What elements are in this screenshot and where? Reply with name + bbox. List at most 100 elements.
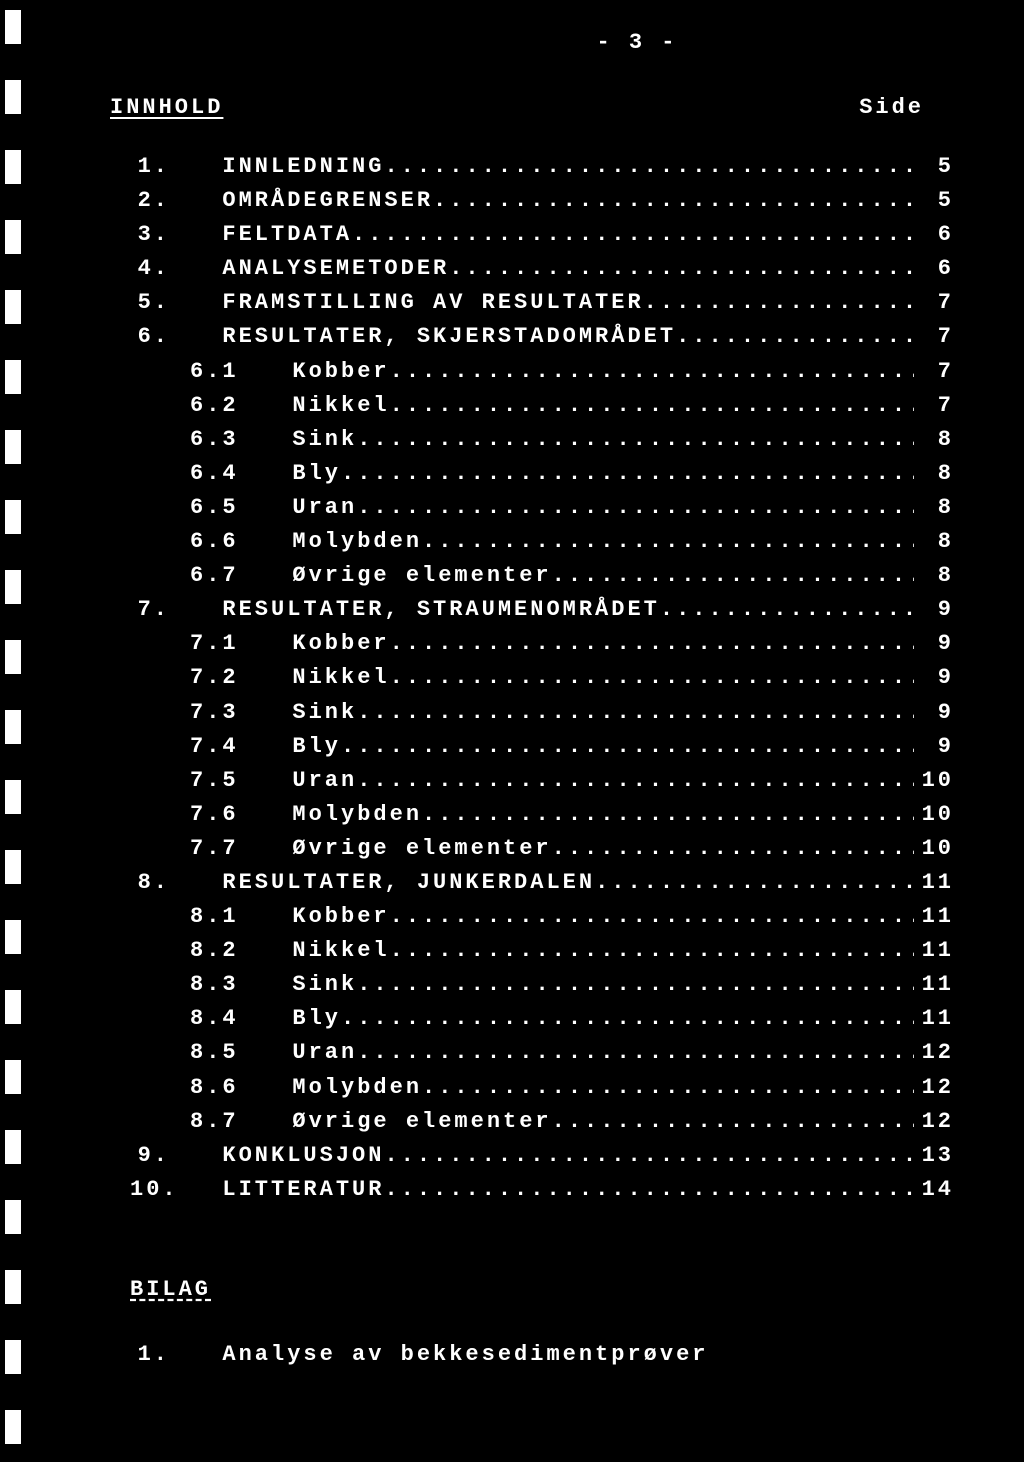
toc-entry-number: 10.: [130, 1173, 190, 1207]
bilag-row: 1. Analyse av bekkesedimentprøver: [130, 1342, 964, 1367]
toc-row: 7.4 Bly.................................…: [130, 730, 964, 764]
toc-entry-title: Bly: [260, 730, 341, 764]
toc-row: 5. FRAMSTILLING AV RESULTATER...........…: [130, 286, 964, 320]
toc-row: 6.2 Nikkel..............................…: [130, 389, 964, 423]
toc-dots: ........................................…: [390, 627, 914, 661]
toc-entry-page: 11: [914, 968, 964, 1002]
toc-entry-page: 9: [914, 696, 964, 730]
toc-entry-title: RESULTATER, STRAUMENOMRÅDET: [190, 593, 660, 627]
toc-entry-number: 2.: [130, 184, 190, 218]
toc-entry-number: 8.1: [130, 900, 260, 934]
toc-row: 4. ANALYSEMETODER.......................…: [130, 252, 964, 286]
toc-entry-number: 9.: [130, 1139, 190, 1173]
toc-entry-number: 6.3: [130, 423, 260, 457]
toc-row: 6.3 Sink................................…: [130, 423, 964, 457]
toc-header: INNHOLD Side: [110, 95, 964, 120]
toc-entry-number: 6.6: [130, 525, 260, 559]
toc-entry-title: LITTERATUR: [190, 1173, 384, 1207]
toc-entry-number: 7.3: [130, 696, 260, 730]
toc-row: 7.6 Molybden............................…: [130, 798, 964, 832]
toc-dots: ........................................…: [390, 900, 914, 934]
toc-entry-title: OMRÅDEGRENSER: [190, 184, 433, 218]
toc-entry-title: Molybden: [260, 525, 422, 559]
toc-dots: ........................................…: [595, 866, 914, 900]
toc-entry-number: 5.: [130, 286, 190, 320]
toc-entry-page: 9: [914, 661, 964, 695]
toc-entry-title: Sink: [260, 423, 357, 457]
toc-entry-number: 4.: [130, 252, 190, 286]
toc-row: 6.6 Molybden............................…: [130, 525, 964, 559]
toc-entry-title: Bly: [260, 457, 341, 491]
toc-dots: ........................................…: [357, 764, 914, 798]
toc-dots: ........................................…: [357, 491, 914, 525]
toc-entry-number: 7.: [130, 593, 190, 627]
toc-row: 8.5 Uran................................…: [130, 1036, 964, 1070]
toc-entry-number: 7.5: [130, 764, 260, 798]
toc-entry-number: 8.: [130, 866, 190, 900]
toc-row: 6. RESULTATER, SKJERSTADOMRÅDET.........…: [130, 320, 964, 354]
toc-entry-title: Sink: [260, 968, 357, 1002]
toc-row: 8.7 Øvrige elementer....................…: [130, 1105, 964, 1139]
toc-dots: ........................................…: [390, 934, 914, 968]
bilag-entry-title: Analyse av bekkesedimentprøver: [190, 1342, 708, 1367]
toc-entry-page: 12: [914, 1036, 964, 1070]
toc-entry-title: Sink: [260, 696, 357, 730]
toc-entry-title: KONKLUSJON: [190, 1139, 384, 1173]
page-content: - 3 - INNHOLD Side 1. INNLEDNING........…: [0, 0, 1024, 1427]
toc-entry-number: 6.1: [130, 355, 260, 389]
toc-dots: ........................................…: [552, 1105, 914, 1139]
toc-entry-page: 10: [914, 764, 964, 798]
toc-entry-page: 7: [914, 355, 964, 389]
toc-entry-number: 8.7: [130, 1105, 260, 1139]
toc-row: 3. FELTDATA.............................…: [130, 218, 964, 252]
toc-entry-title: Øvrige elementer: [260, 559, 552, 593]
toc-entry-page: 9: [914, 730, 964, 764]
toc-entry-page: 14: [914, 1173, 964, 1207]
toc-entry-page: 6: [914, 252, 964, 286]
toc-dots: ........................................…: [357, 423, 914, 457]
toc-row: 8.3 Sink................................…: [130, 968, 964, 1002]
toc-dots: ........................................…: [552, 832, 914, 866]
toc-entry-title: Molybden: [260, 798, 422, 832]
toc-entry-page: 9: [914, 593, 964, 627]
toc-entry-page: 8: [914, 423, 964, 457]
toc-entry-page: 8: [914, 457, 964, 491]
binding-holes: [0, 0, 30, 1462]
toc-entry-page: 9: [914, 627, 964, 661]
toc-row: 7.3 Sink................................…: [130, 696, 964, 730]
toc-entry-number: 7.4: [130, 730, 260, 764]
bilag-list: 1. Analyse av bekkesedimentprøver: [130, 1342, 964, 1367]
toc-entry-number: 8.3: [130, 968, 260, 1002]
toc-row: 8.2 Nikkel..............................…: [130, 934, 964, 968]
toc-entry-title: Uran: [260, 491, 357, 525]
toc-entry-page: 11: [914, 1002, 964, 1036]
toc-row: 10. LITTERATUR..........................…: [130, 1173, 964, 1207]
toc-entry-title: RESULTATER, SKJERSTADOMRÅDET: [190, 320, 676, 354]
toc-entry-page: 5: [914, 184, 964, 218]
toc-entry-title: Molybden: [260, 1071, 422, 1105]
page-number: - 3 -: [310, 30, 964, 55]
toc-entry-title: Øvrige elementer: [260, 832, 552, 866]
toc-entry-title: Kobber: [260, 627, 390, 661]
toc-title: INNHOLD: [110, 95, 223, 120]
toc-dots: ........................................…: [552, 559, 914, 593]
toc-entry-page: 8: [914, 559, 964, 593]
toc-entry-number: 7.2: [130, 661, 260, 695]
toc-row: 6.7 Øvrige elementer....................…: [130, 559, 964, 593]
toc-row: 7.5 Uran................................…: [130, 764, 964, 798]
toc-row: 6.5 Uran................................…: [130, 491, 964, 525]
toc-entry-page: 10: [914, 798, 964, 832]
toc-dots: ........................................…: [449, 252, 914, 286]
toc-dots: ........................................…: [390, 389, 914, 423]
toc-row: 7.7 Øvrige elementer....................…: [130, 832, 964, 866]
toc-entry-page: 7: [914, 320, 964, 354]
toc-row: 7.2 Nikkel..............................…: [130, 661, 964, 695]
toc-entry-number: 7.7: [130, 832, 260, 866]
toc-dots: ........................................…: [384, 1173, 914, 1207]
toc-entry-page: 7: [914, 286, 964, 320]
toc-dots: ........................................…: [384, 150, 914, 184]
toc-dots: ........................................…: [357, 968, 914, 1002]
toc-entry-number: 7.6: [130, 798, 260, 832]
toc-dots: ........................................…: [341, 730, 914, 764]
toc-dots: ........................................…: [390, 355, 914, 389]
